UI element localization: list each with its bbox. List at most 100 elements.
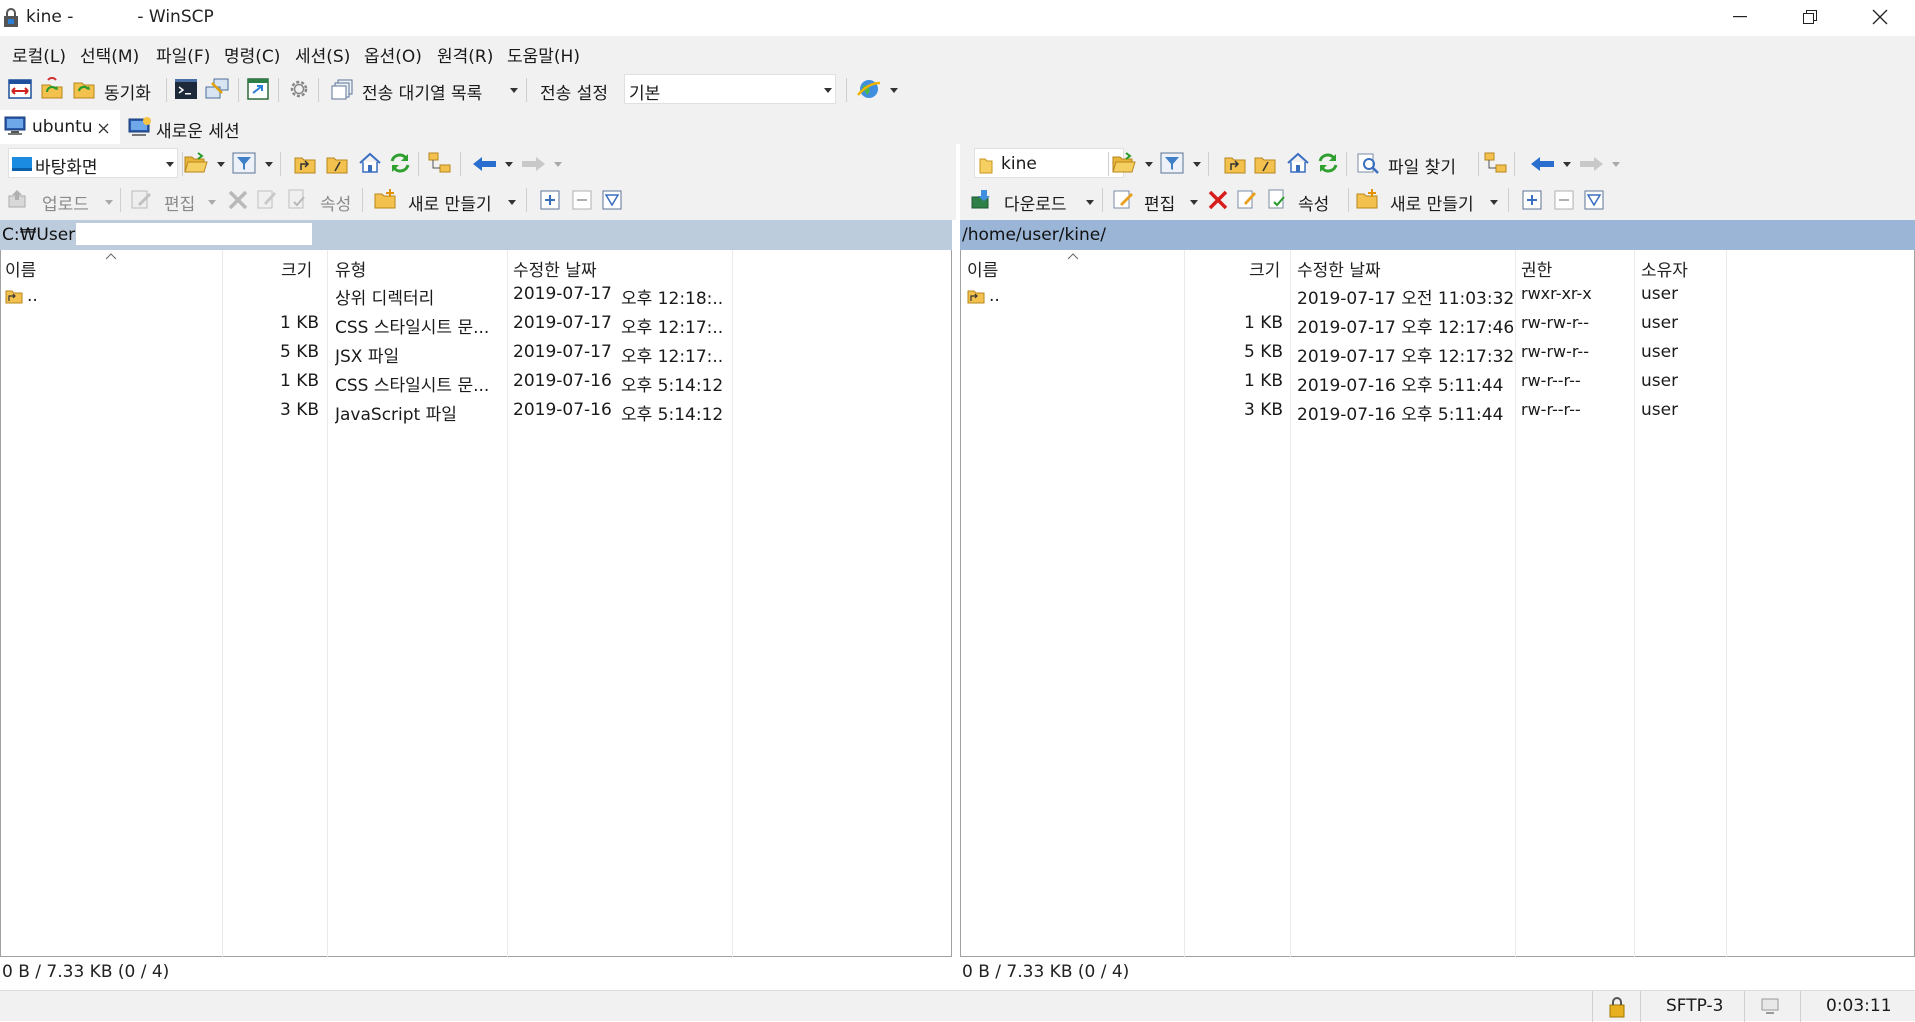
properties-button[interactable]: 속성 [320, 190, 351, 215]
menu-select[interactable]: 선택(M) [80, 42, 139, 67]
queue-list-button[interactable]: 전송 대기열 목록 [362, 79, 482, 104]
new-window-icon[interactable] [246, 77, 270, 101]
download-dropdown-caret[interactable] [1086, 200, 1094, 205]
synchronize-folder-icon[interactable] [72, 77, 96, 101]
unselect-files-icon[interactable] [1554, 190, 1574, 210]
tab-ubuntu[interactable]: ubuntu [0, 110, 120, 144]
edit-button[interactable]: 편집 [1144, 190, 1175, 215]
local-location-select[interactable]: 바탕화면 [8, 148, 178, 178]
new-folder-icon[interactable] [1356, 188, 1380, 210]
globe-icon[interactable] [856, 77, 882, 101]
rename-icon[interactable] [256, 188, 278, 210]
tab-new-session[interactable]: 새로운 세션 [124, 110, 264, 144]
synchronize-browsing-icon[interactable] [40, 77, 64, 101]
globe-dropdown-caret[interactable] [890, 88, 898, 93]
rename-icon[interactable] [1236, 188, 1258, 210]
unselect-files-icon[interactable] [572, 190, 592, 210]
properties-button[interactable]: 속성 [1298, 190, 1329, 215]
edit-icon[interactable] [1112, 188, 1134, 210]
new-folder-icon[interactable] [374, 188, 398, 210]
back-arrow-icon[interactable] [1530, 156, 1556, 172]
remote-file-list[interactable]: 이름 크기 수정한 날짜 권한 소유자 .. 2019-07-17 오전 11:… [960, 250, 1915, 957]
back-arrow-icon[interactable] [472, 156, 498, 172]
table-row[interactable]: 1 KB CSS 스타일시트 문... 2019-07-17 오후 12:17:… [1, 313, 951, 342]
table-row[interactable]: .. 2019-07-17 오전 11:03:32 rwxr-xr-x user [961, 284, 1914, 313]
delete-icon[interactable] [1208, 190, 1228, 210]
menu-session[interactable]: 세션(S) [295, 42, 350, 67]
properties-icon[interactable] [1266, 188, 1288, 210]
forward-arrow-icon[interactable] [1578, 156, 1604, 172]
parent-directory-icon[interactable] [1224, 154, 1246, 174]
minimize-button[interactable] [1705, 0, 1775, 34]
menu-remote[interactable]: 원격(R) [437, 42, 493, 67]
synchronize-button[interactable]: 동기화 [104, 79, 151, 104]
local-file-list[interactable]: 이름 크기 유형 수정한 날짜 .. 상위 디렉터리 2019-07-17 오후… [0, 250, 952, 957]
queue-dropdown-caret[interactable] [510, 88, 518, 93]
filter-icon[interactable] [1160, 152, 1184, 174]
open-folder-dropdown-caret[interactable] [1145, 162, 1153, 167]
table-row[interactable]: 5 KB JSX 파일 2019-07-17 오후 12:17:... [1, 342, 951, 371]
table-row[interactable]: 5 KB 2019-07-17 오후 12:17:32 rw-rw-r-- us… [961, 342, 1914, 371]
upload-icon[interactable] [8, 188, 28, 208]
select-files-icon[interactable] [540, 190, 560, 210]
home-icon[interactable] [1286, 152, 1310, 174]
open-folder-icon[interactable] [1112, 152, 1136, 174]
find-files-button[interactable]: 파일 찾기 [1388, 153, 1456, 178]
download-button[interactable]: 다운로드 [1004, 190, 1067, 215]
menu-local[interactable]: 로컬(L) [12, 42, 66, 67]
back-dropdown-caret[interactable] [505, 162, 513, 167]
filter-select-icon[interactable] [1584, 190, 1604, 210]
table-row[interactable]: 3 KB JavaScript 파일 2019-07-16 오후 5:14:12 [1, 400, 951, 429]
table-row[interactable]: 1 KB 2019-07-16 오후 5:11:44 rw-r--r-- use… [961, 371, 1914, 400]
tree-view-icon[interactable] [428, 152, 452, 174]
home-icon[interactable] [358, 152, 382, 174]
new-button[interactable]: 새로 만들기 [1390, 190, 1474, 215]
transfer-settings-select[interactable]: 기본 [624, 74, 836, 104]
root-directory-icon[interactable] [1254, 154, 1276, 174]
tree-view-icon[interactable] [1484, 152, 1508, 174]
filter-dropdown-caret[interactable] [1193, 162, 1201, 167]
delete-icon[interactable] [228, 190, 248, 210]
filter-select-icon[interactable] [602, 190, 622, 210]
select-files-icon[interactable] [1522, 190, 1542, 210]
new-dropdown-caret[interactable] [508, 200, 516, 205]
putty-icon[interactable] [204, 77, 230, 101]
terminal-icon[interactable] [174, 78, 198, 100]
menu-file[interactable]: 파일(F) [156, 42, 210, 67]
refresh-icon[interactable] [388, 151, 412, 175]
menu-command[interactable]: 명령(C) [224, 42, 280, 67]
local-path-bar[interactable]: C:₩Users [0, 220, 952, 250]
parent-directory-icon[interactable] [294, 154, 316, 174]
find-files-icon[interactable] [1356, 152, 1380, 174]
restore-button[interactable] [1775, 0, 1845, 34]
forward-dropdown-caret[interactable] [554, 162, 562, 167]
filter-icon[interactable] [232, 152, 256, 174]
close-button[interactable] [1845, 0, 1915, 34]
filter-dropdown-caret[interactable] [265, 162, 273, 167]
upload-dropdown-caret[interactable] [105, 200, 113, 205]
edit-icon[interactable] [130, 188, 152, 210]
close-tab-icon[interactable] [98, 123, 109, 134]
compare-directories-icon[interactable] [8, 78, 32, 100]
upload-button[interactable]: 업로드 [42, 190, 89, 215]
edit-dropdown-caret[interactable] [1190, 200, 1198, 205]
remote-path-bar[interactable]: /home/user/kine/ [960, 220, 1915, 250]
open-folder-dropdown-caret[interactable] [217, 162, 225, 167]
refresh-icon[interactable] [1316, 151, 1340, 175]
forward-arrow-icon[interactable] [520, 156, 546, 172]
edit-button[interactable]: 편집 [164, 190, 195, 215]
table-row[interactable]: .. 상위 디렉터리 2019-07-17 오후 12:18:... [1, 284, 951, 313]
properties-icon[interactable] [286, 188, 308, 210]
table-row[interactable]: 1 KB 2019-07-17 오후 12:17:46 rw-rw-r-- us… [961, 313, 1914, 342]
new-dropdown-caret[interactable] [1490, 200, 1498, 205]
edit-dropdown-caret[interactable] [208, 200, 216, 205]
download-icon[interactable] [970, 188, 994, 210]
remote-location-select[interactable]: kine [974, 148, 1124, 178]
menu-options[interactable]: 옵션(O) [364, 42, 422, 67]
new-button[interactable]: 새로 만들기 [408, 190, 492, 215]
open-folder-icon[interactable] [184, 152, 208, 174]
back-dropdown-caret[interactable] [1563, 162, 1571, 167]
root-directory-icon[interactable] [326, 154, 348, 174]
table-row[interactable]: 1 KB CSS 스타일시트 문... 2019-07-16 오후 5:14:1… [1, 371, 951, 400]
queue-icon[interactable] [330, 78, 354, 100]
